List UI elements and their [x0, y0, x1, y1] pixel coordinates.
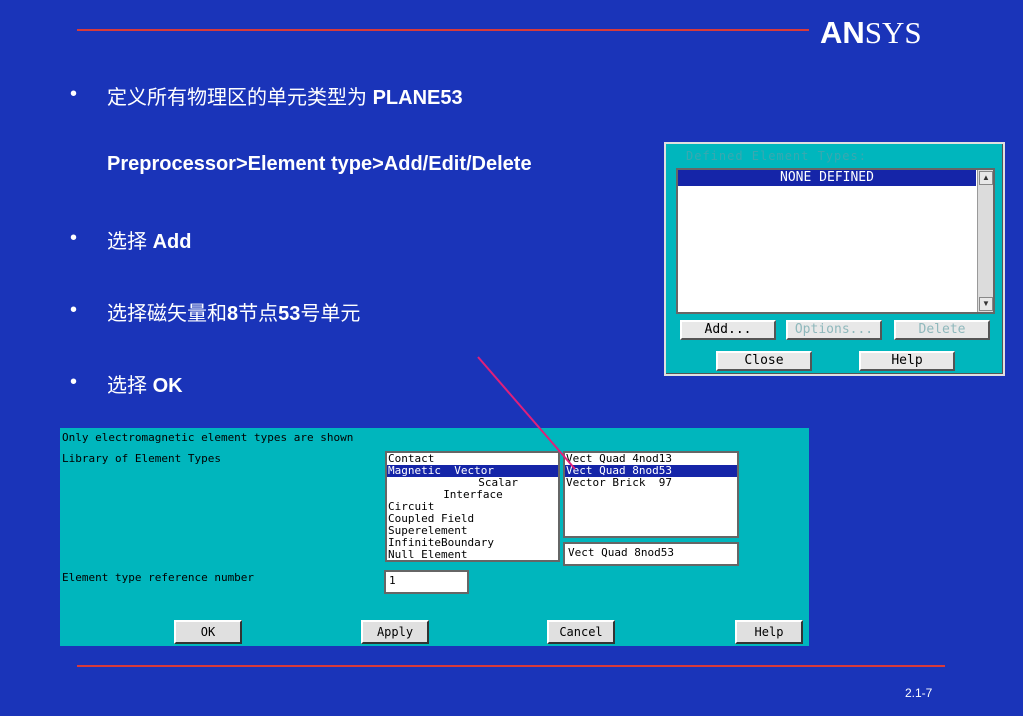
page-number: 2.1-7 — [905, 686, 933, 700]
annotation-arrow — [477, 356, 576, 470]
bottom-divider-line — [77, 665, 945, 667]
arrow-line — [477, 356, 576, 470]
